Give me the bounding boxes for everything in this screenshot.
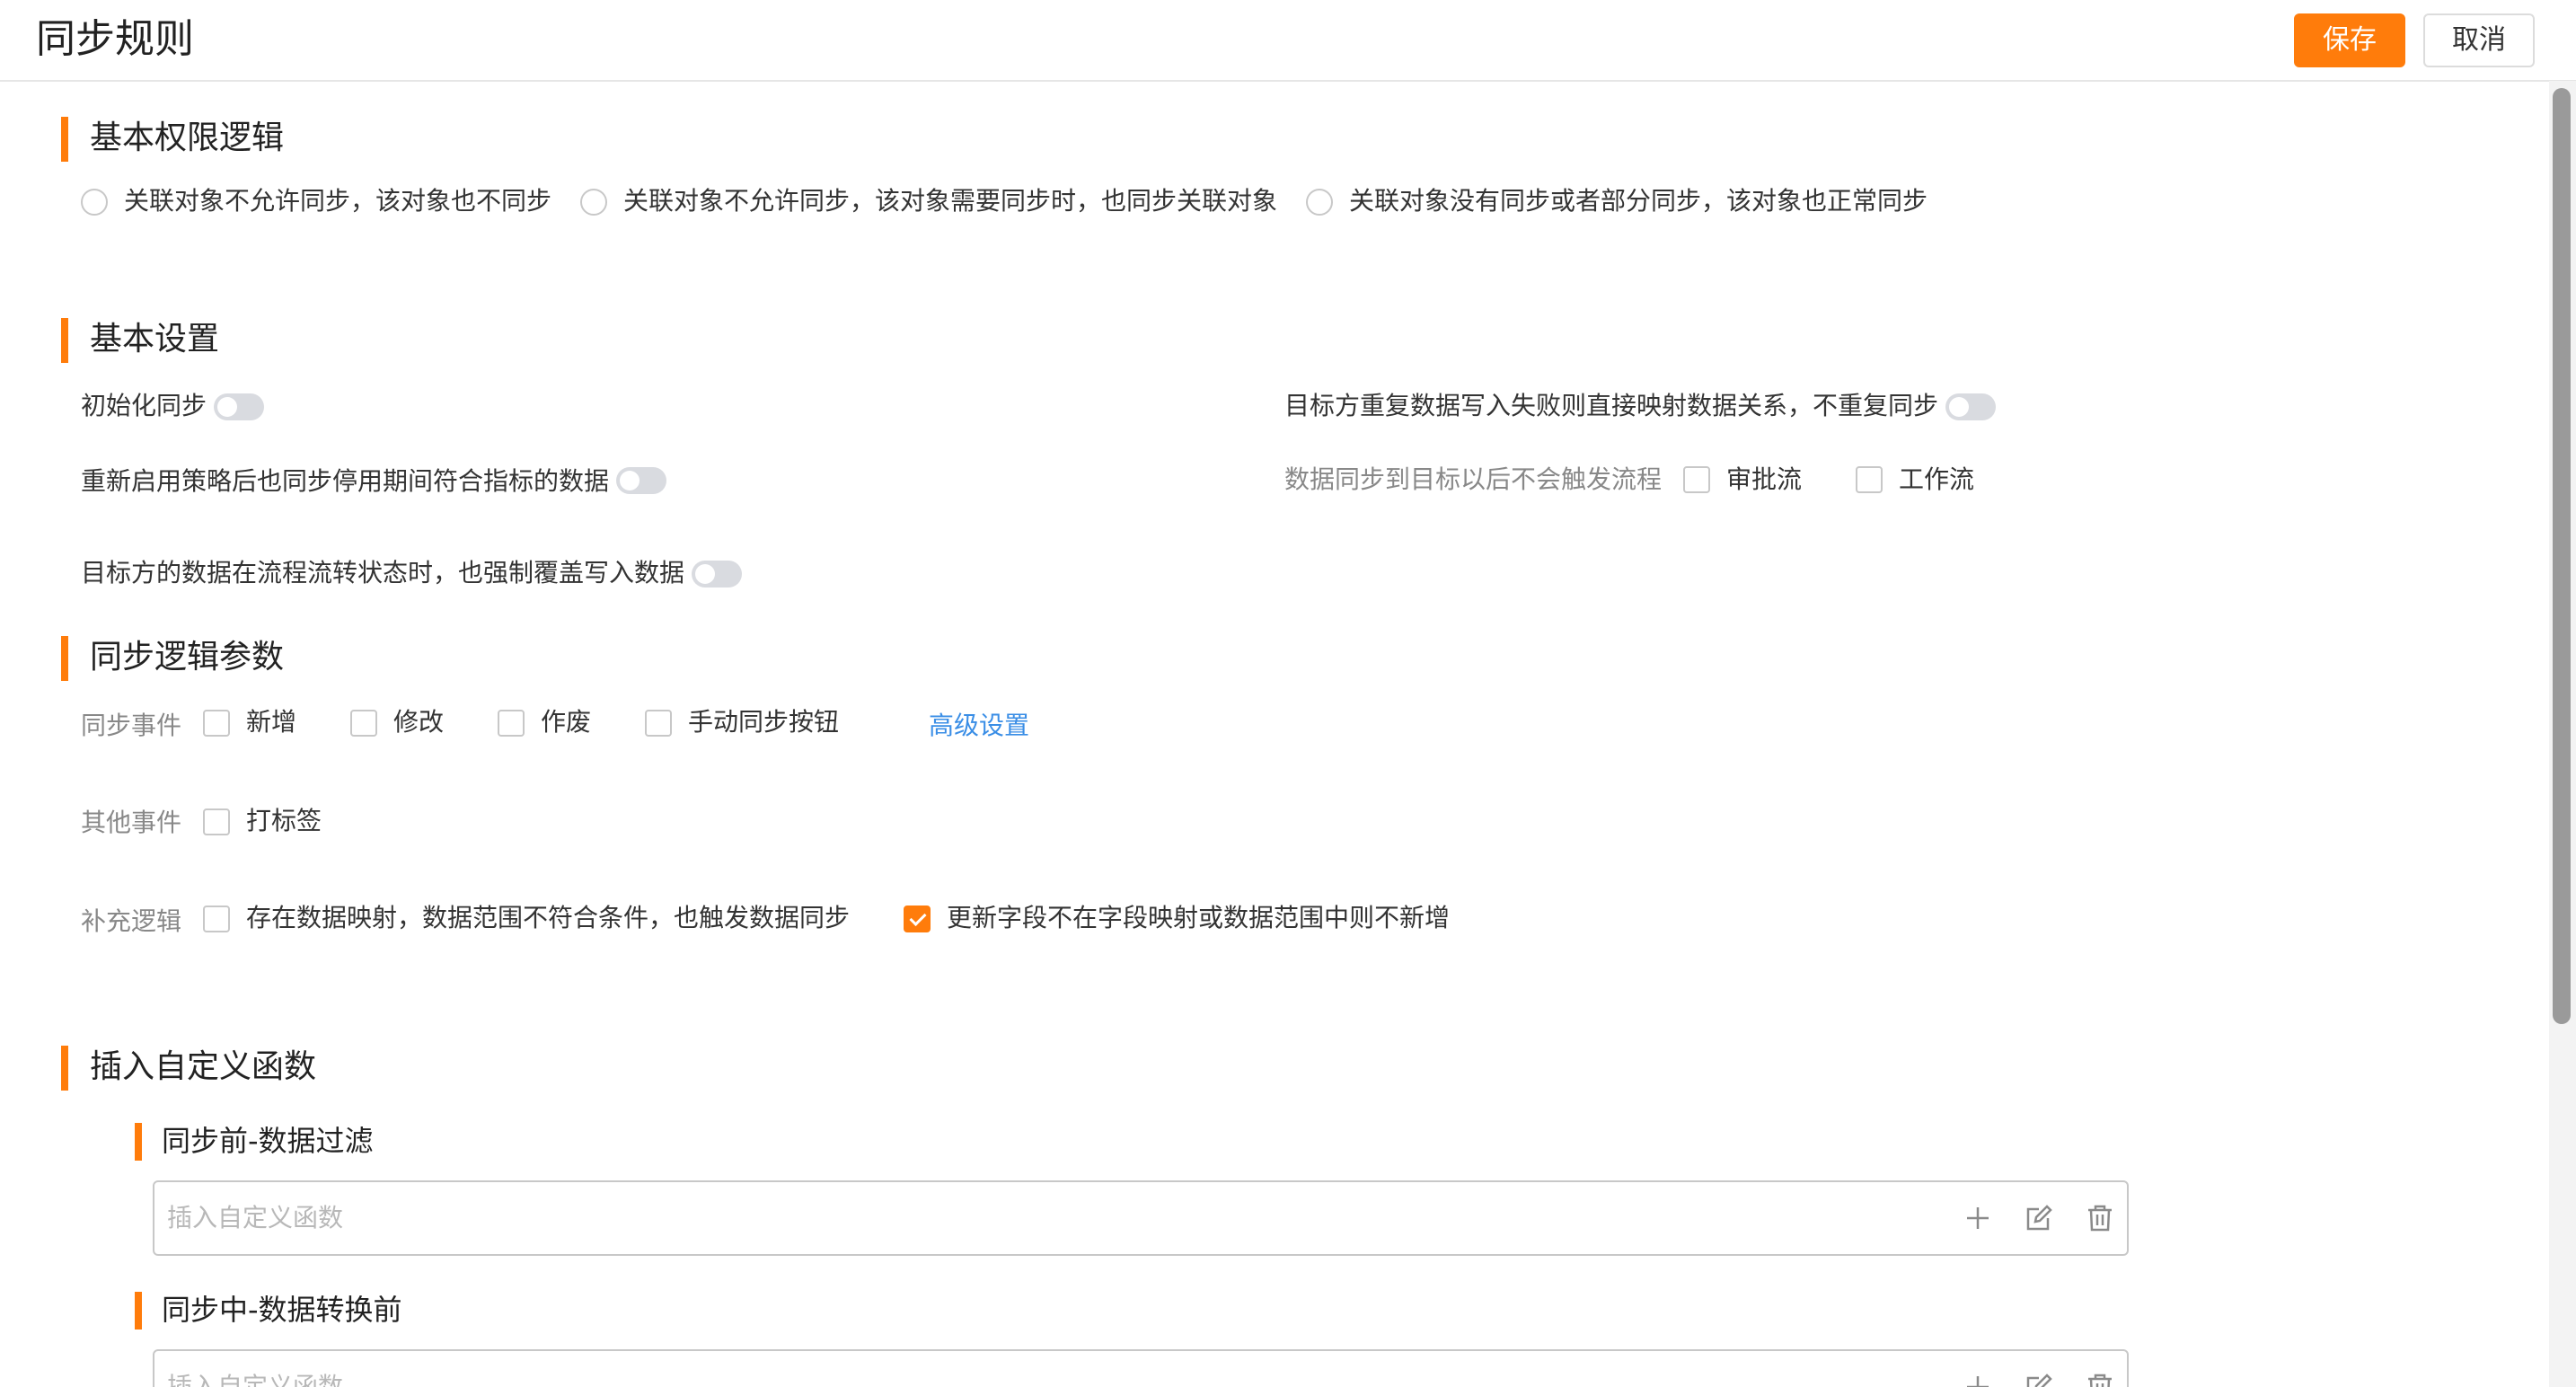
mid-transform-function-input[interactable]: 插入自定义函数 <box>153 1349 2129 1387</box>
section-title-functions: 插入自定义函数 <box>90 1048 317 1085</box>
trash-icon[interactable] <box>2084 1202 2116 1234</box>
event-update-checkbox[interactable] <box>350 710 377 737</box>
page: 同步规则 保存 取消 基本权限逻辑 关联对象不允许同步，该对象也不同步 关联对象… <box>0 0 2576 1387</box>
edit-icon[interactable] <box>2023 1202 2055 1234</box>
event-tag-label: 打标签 <box>246 806 322 835</box>
subsection-title-mid-transform: 同步中-数据转换前 <box>162 1293 402 1327</box>
pre-filter-placeholder: 插入自定义函数 <box>167 1203 344 1232</box>
plus-icon[interactable] <box>1962 1202 1994 1234</box>
event-void-checkbox[interactable] <box>498 710 525 737</box>
event-void-label: 作废 <box>541 707 592 737</box>
section-accent-bar <box>61 117 68 162</box>
permission-option-1-label: 关联对象不允许同步，该对象也不同步 <box>124 186 552 216</box>
trash-icon[interactable] <box>2084 1371 2116 1387</box>
supplement-1-label: 存在数据映射，数据范围不符合条件，也触发数据同步 <box>246 903 851 932</box>
permission-option-2-label: 关联对象不允许同步，该对象需要同步时，也同步关联对象 <box>623 186 1278 216</box>
event-create-label: 新增 <box>246 707 297 737</box>
work-flow-label: 工作流 <box>1899 464 1975 494</box>
section-title-logic: 同步逻辑参数 <box>90 639 285 676</box>
restart-sync-label: 重新启用策略后也同步停用期间符合指标的数据 <box>81 466 610 496</box>
permission-radio-2[interactable] <box>580 189 607 216</box>
event-manual-checkbox[interactable] <box>645 710 672 737</box>
event-create-checkbox[interactable] <box>203 710 230 737</box>
edit-icon[interactable] <box>2023 1371 2055 1387</box>
subsection-title-pre-filter: 同步前-数据过滤 <box>162 1124 374 1158</box>
supplement-label: 补充逻辑 <box>81 906 182 936</box>
event-tag-checkbox[interactable] <box>203 808 230 835</box>
work-flow-checkbox[interactable] <box>1856 466 1883 493</box>
dup-map-toggle[interactable] <box>1945 393 1996 420</box>
supplement-2-checkbox[interactable] <box>904 906 931 932</box>
plus-icon[interactable] <box>1962 1371 1994 1387</box>
event-manual-label: 手动同步按钮 <box>688 707 840 737</box>
section-title-basic: 基本设置 <box>90 321 220 358</box>
section-title-permission: 基本权限逻辑 <box>90 119 285 156</box>
permission-option-3-label: 关联对象没有同步或者部分同步，该对象也正常同步 <box>1349 186 1928 216</box>
permission-radio-3[interactable] <box>1306 189 1333 216</box>
force-overwrite-toggle[interactable] <box>692 561 742 587</box>
subsection-accent-bar <box>135 1123 142 1161</box>
section-accent-bar <box>61 1046 68 1091</box>
page-title: 同步规则 <box>36 16 194 62</box>
cancel-button[interactable]: 取消 <box>2423 13 2535 67</box>
restart-sync-toggle[interactable] <box>616 467 666 494</box>
save-button[interactable]: 保存 <box>2294 13 2405 67</box>
event-update-label: 修改 <box>393 707 445 737</box>
section-accent-bar <box>61 636 68 681</box>
approval-flow-checkbox[interactable] <box>1683 466 1710 493</box>
scrollbar-thumb[interactable] <box>2553 88 2571 1024</box>
no-trigger-label: 数据同步到目标以后不会触发流程 <box>1284 464 1663 494</box>
pre-filter-function-input[interactable]: 插入自定义函数 <box>153 1180 2129 1256</box>
approval-flow-label: 审批流 <box>1726 464 1803 494</box>
sync-events-label: 同步事件 <box>81 711 182 740</box>
advanced-settings-link[interactable]: 高级设置 <box>929 708 1029 744</box>
supplement-1-checkbox[interactable] <box>203 906 230 932</box>
init-sync-label: 初始化同步 <box>81 391 207 420</box>
header-bar: 同步规则 保存 取消 <box>0 0 2576 82</box>
mid-transform-placeholder: 插入自定义函数 <box>167 1372 344 1387</box>
permission-radio-1[interactable] <box>81 189 108 216</box>
subsection-accent-bar <box>135 1292 142 1330</box>
other-events-label: 其他事件 <box>81 808 182 837</box>
dup-map-label: 目标方重复数据写入失败则直接映射数据关系，不重复同步 <box>1284 391 1939 420</box>
section-accent-bar <box>61 318 68 363</box>
supplement-2-label: 更新字段不在字段映射或数据范围中则不新增 <box>947 903 1451 932</box>
force-overwrite-label: 目标方的数据在流程流转状态时，也强制覆盖写入数据 <box>81 558 685 587</box>
init-sync-toggle[interactable] <box>214 393 264 420</box>
